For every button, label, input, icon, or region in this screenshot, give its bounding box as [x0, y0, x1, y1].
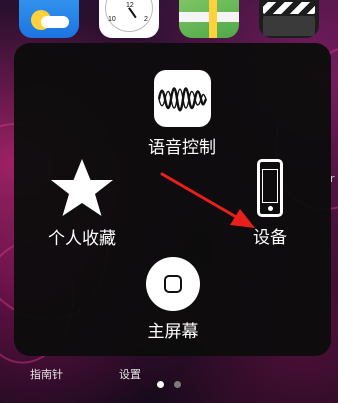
- page-indicator[interactable]: [0, 381, 338, 389]
- settings-app-label[interactable]: 设置: [119, 366, 141, 382]
- weather-app-icon[interactable]: [19, 0, 79, 38]
- favorites-label: 个人收藏: [48, 229, 116, 249]
- annotation-arrow: [160, 172, 255, 228]
- home-button-icon: [146, 257, 200, 311]
- voice-control-label: 语音控制: [148, 138, 216, 158]
- videos-app-icon[interactable]: [259, 0, 319, 38]
- clock-numeral: 10: [108, 16, 116, 23]
- maps-app-icon[interactable]: [179, 0, 239, 38]
- clock-app-icon[interactable]: 12 10 2: [99, 0, 159, 38]
- voice-control-button[interactable]: 语音控制: [132, 70, 232, 158]
- clapperboard-body: [263, 16, 315, 36]
- cloud-icon: [41, 16, 69, 28]
- page-dot-active[interactable]: [157, 381, 164, 388]
- map-road: [209, 0, 217, 38]
- home-screen-label: 主屏幕: [147, 322, 199, 342]
- home-screen-button[interactable]: 主屏幕: [125, 257, 221, 342]
- compass-app-label[interactable]: 指南针: [30, 366, 63, 382]
- iphone-icon: [257, 159, 283, 217]
- phone-home-button: [267, 206, 273, 211]
- favorites-button[interactable]: 个人收藏: [32, 158, 132, 249]
- star-icon: [51, 159, 113, 216]
- home-square-glyph: [164, 275, 182, 293]
- clock-numeral: 2: [144, 16, 148, 23]
- page-dot[interactable]: [174, 381, 181, 388]
- clapperboard-bar: [263, 2, 315, 14]
- waveform-icon: [153, 70, 211, 127]
- phone-screen: [262, 169, 278, 203]
